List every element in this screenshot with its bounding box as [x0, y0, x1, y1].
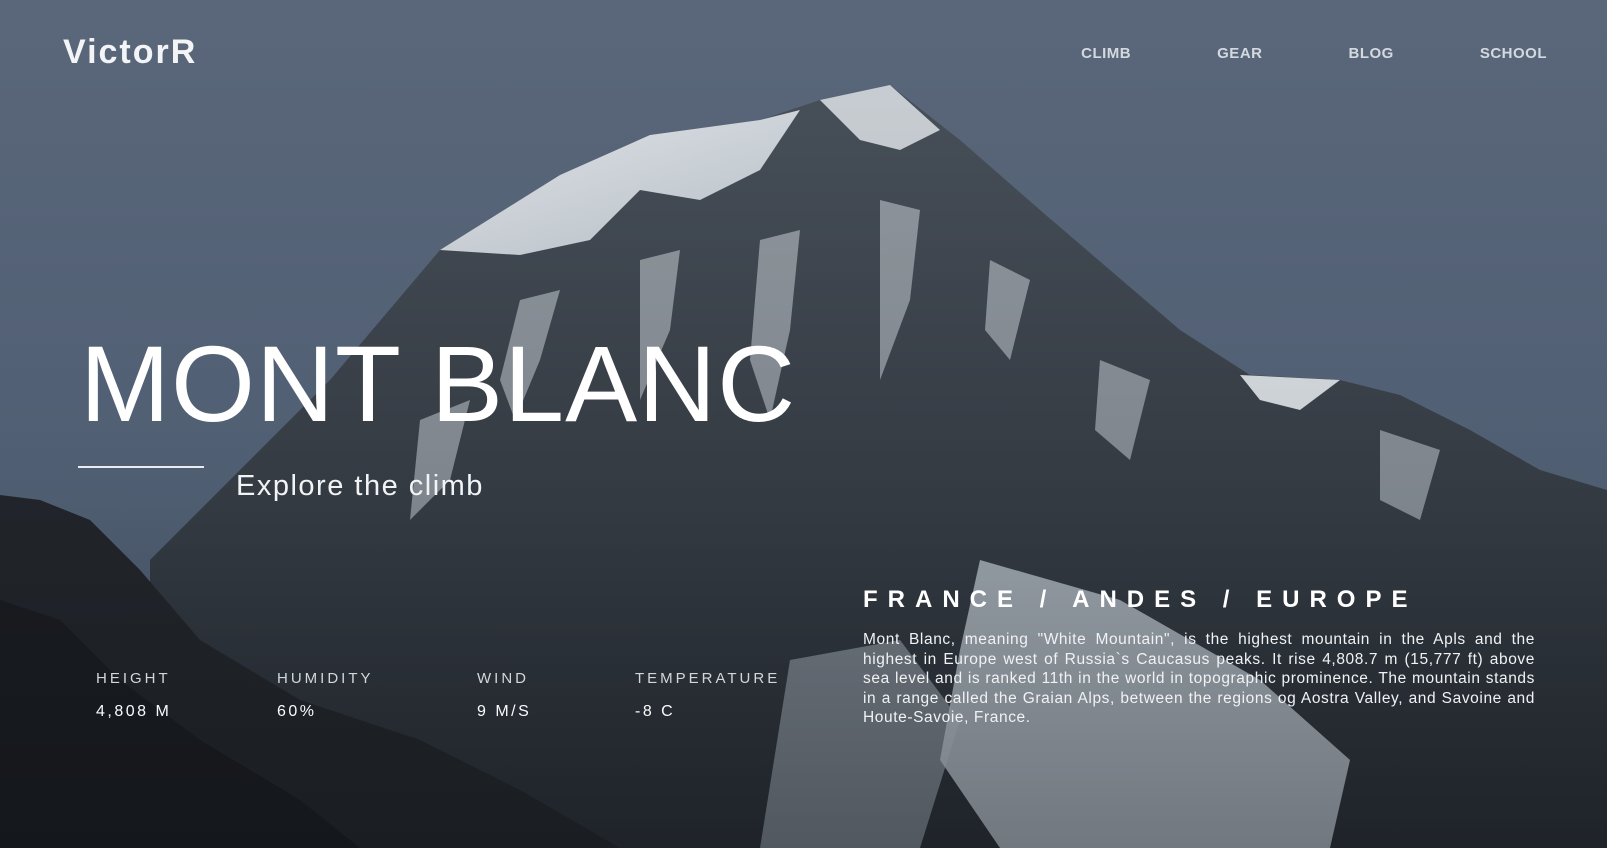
location-heading: FRANCE / ANDES / EUROPE: [863, 586, 1418, 613]
stat-humidity: HUMIDITY 60%: [277, 670, 374, 721]
stat-height: HEIGHT 4,808 M: [96, 670, 171, 721]
stat-wind: WIND 9 M/S: [477, 670, 531, 721]
site-logo[interactable]: VictorR: [63, 33, 197, 72]
mountain-description: Mont Blanc, meaning "White Mountain", is…: [863, 631, 1535, 727]
stat-value: -8 C: [635, 703, 676, 720]
main-nav: CLIMB GEAR BLOG SCHOOL: [1081, 45, 1547, 62]
title-divider: [78, 466, 204, 468]
stat-value: 4,808 M: [96, 703, 172, 720]
stat-label: WIND: [477, 670, 529, 687]
stat-value: 9 M/S: [477, 703, 532, 720]
nav-link-gear[interactable]: GEAR: [1217, 45, 1262, 62]
nav-link-climb[interactable]: CLIMB: [1081, 45, 1131, 62]
stat-label: TEMPERATURE: [635, 670, 781, 687]
explore-the-climb-link[interactable]: Explore the climb: [236, 470, 484, 503]
page-title: MONT BLANC: [80, 323, 797, 444]
stat-label: HUMIDITY: [277, 670, 374, 687]
nav-link-blog[interactable]: BLOG: [1348, 45, 1393, 62]
nav-link-school[interactable]: SCHOOL: [1480, 45, 1547, 62]
stat-value: 60%: [277, 703, 317, 720]
stat-label: HEIGHT: [96, 670, 171, 687]
stat-temperature: TEMPERATURE -8 C: [635, 670, 780, 721]
